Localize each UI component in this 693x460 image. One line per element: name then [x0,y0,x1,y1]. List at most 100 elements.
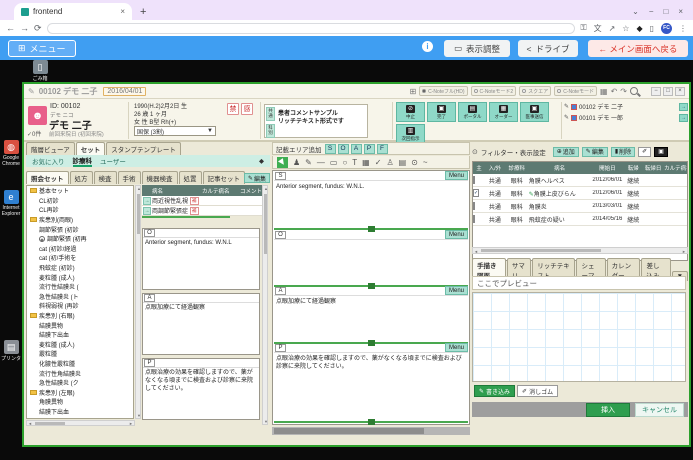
tree-item[interactable]: 疾患別(両眼) [27,215,133,225]
tree-item[interactable]: 麦粒腫 (成人) [27,340,133,350]
back-to-main-button[interactable]: ← メイン画面へ戻る [588,40,688,57]
diagnosis-table-row[interactable]: ✓共通眼科✎角膜上皮びらん2012/06/01継続 [473,187,687,200]
tree-item[interactable]: 流行性角結膜炎 [27,368,133,378]
tree-item[interactable]: cat (初診/経過 [27,244,133,254]
split-screen-icon[interactable]: ▯ [650,24,654,33]
view-mode-radio[interactable]: C-Noteモード [554,86,597,96]
reload-icon[interactable]: ⟳ [34,23,42,34]
diagnosis-table-row[interactable]: 共通眼科角膜炎2013/03/01継続 [473,200,687,213]
tree-item[interactable]: 結膜下出血 [27,407,133,417]
pen-button[interactable]: ✎書き込み [474,385,515,397]
view-mode-radio[interactable]: C-Noteフル(HD) [419,86,467,96]
stamp-icon[interactable]: ♟ [293,158,300,167]
set-tab-検査[interactable]: 検査 [94,171,117,184]
desktop-icon-recycle-bin[interactable]: ▯ ごみ箱 [23,60,57,82]
save-icon[interactable]: ▣ [654,147,668,157]
subtab-お気に入り[interactable]: お気に入り [32,156,65,166]
tree-item[interactable]: 化膿性霰粒腫 [27,359,133,369]
tab-階層ビューア[interactable]: 階層ビューア [26,142,75,155]
set-tab-処置[interactable]: 処置 [179,171,202,184]
browser-control-0[interactable]: ⌄ [632,7,639,16]
main-checkbox[interactable] [473,215,475,223]
diagnosis-table-row[interactable]: 共通眼科角膜ヘルペス2012/06/01継続 [473,174,687,187]
set-tab-照会セット[interactable]: 照会セット [26,171,69,184]
handdraw-canvas[interactable] [472,292,686,382]
add-A-button[interactable]: A [351,144,362,154]
cursor-icon[interactable] [277,157,288,168]
add-S-button[interactable]: S [325,144,336,154]
brush-icon[interactable]: ✐ [638,147,651,157]
set-tab-処方[interactable]: 処方 [70,171,93,184]
set-tab-手術[interactable]: 手術 [118,171,141,184]
browser-control-1[interactable]: − [649,7,654,16]
action-save-icon[interactable]: ▣完了 [427,102,456,122]
tree-item[interactable]: 流行性結膜炎 ( [27,282,133,292]
close-icon[interactable]: × [675,87,685,96]
cancel-button[interactable]: キャンセル [635,403,684,417]
subtab-診療科[interactable]: 診療科 [73,155,93,167]
edit-button[interactable]: ✎編集 [582,147,608,157]
soap-section-text[interactable]: Anterior segment, fundus: W.N.L. [274,181,468,193]
browser-window-controls[interactable]: ⌄−□× [632,7,693,20]
add-button[interactable]: ⊕追加 [553,147,579,157]
subtab-ユーザー[interactable]: ユーザー [100,156,126,166]
ellipse-icon[interactable]: ○ [342,158,347,167]
apply-arrow-icon[interactable]: → [143,197,151,205]
redo-icon[interactable]: ↷ [620,87,627,96]
person-icon[interactable]: ♙ [386,158,393,167]
patient-avatar[interactable]: ☻ [28,106,47,125]
open-arrow-icon[interactable]: → [679,114,688,122]
image-icon[interactable]: ▦ [362,158,370,167]
pen-icon[interactable]: ✎ [305,158,312,167]
record-icon[interactable]: ⊙ [411,158,418,167]
app-window-controls[interactable]: −□× [651,87,685,96]
freehand-icon[interactable]: ~ [423,158,428,167]
address-bar[interactable] [47,23,576,34]
tree-item[interactable]: 疾患別 (左眼) [27,387,133,397]
tree-item[interactable]: ◉調節緊張 (初再 [27,234,133,244]
tree-item[interactable]: 急性結膜炎 (ト [27,292,133,302]
tree-item[interactable]: 結膜異物 [27,320,133,330]
undo-icon[interactable]: ↶ [611,87,618,96]
tab-スタンプテンプレート[interactable]: スタンプテンプレート [106,142,181,155]
section-splitter[interactable] [274,421,468,423]
grid-icon[interactable]: ⊞ [409,87,416,96]
tree-item[interactable]: 角膜異物 [27,397,133,407]
add-P-button[interactable]: P [364,144,375,154]
check-icon[interactable]: ✓ [375,158,382,167]
new-tab-button[interactable]: + [140,6,146,20]
tab-close-icon[interactable]: × [120,7,125,16]
splitter-handle-icon[interactable] [368,419,375,425]
more-menu-icon[interactable]: ⋮ [679,24,687,33]
rect-icon[interactable]: ▭ [330,158,338,167]
zoom-icon[interactable] [630,87,638,95]
tree-item[interactable]: CL再診 [27,205,133,215]
add-O-button[interactable]: O [338,144,349,154]
action-order-icon[interactable]: ▦オーダー [489,102,518,122]
bookmark-star-icon[interactable]: ☆ [622,24,629,33]
insurance-select[interactable]: 国保 (3割) ▼ [134,126,216,136]
table-hscrollbar[interactable]: ◄ ► [472,247,688,254]
date-chip[interactable]: 2016/04/01 [103,87,146,96]
tree-item[interactable]: 基本セット [27,186,133,196]
browser-control-2[interactable]: □ [663,7,668,16]
tree-item[interactable]: 疾患別 (右眼) [27,311,133,321]
action-stop-icon[interactable]: ⊘中止 [396,102,425,122]
apply-arrow-icon[interactable]: → [143,207,151,215]
collapse-icon[interactable]: ⊙ [472,148,478,156]
view-mode-radio[interactable]: C-Noteモード2 [471,86,517,96]
edit-pencil-icon[interactable]: ✎ [564,103,569,110]
patient-list-row[interactable]: ✎00102 デモ 二子→ [564,101,688,112]
maximize-icon[interactable]: □ [663,87,673,96]
edit-pencil-icon[interactable]: ✎ [564,114,569,121]
edit-set-button[interactable]: ✎ 編集 [244,173,270,183]
tree-item[interactable]: 調節緊張 (初診 [27,224,133,234]
edit-pencil-icon[interactable]: ✎ [28,87,35,96]
section-menu-button[interactable]: Menu [445,286,468,295]
pin-icon[interactable]: ◆ [259,157,264,165]
display-adjust-button[interactable]: ▭ 表示調整 [444,40,510,57]
table-icon[interactable]: ▤ [399,158,407,167]
tree-item[interactable]: 飛蚊症 (初診) [27,263,133,273]
info-icon[interactable]: i [422,41,433,52]
soap-section-text[interactable]: 点眼加療にて経過観察 [274,296,468,308]
